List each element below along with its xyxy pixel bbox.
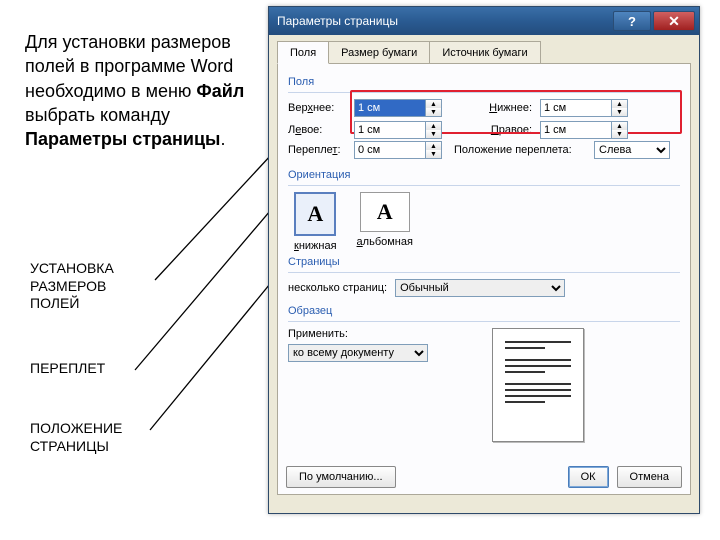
spin-up-icon[interactable]: ▲ <box>426 142 441 150</box>
default-button[interactable]: По умолчанию... <box>286 466 396 488</box>
input-left-margin[interactable]: ▲▼ <box>354 121 446 139</box>
instr-part2: выбрать команду <box>25 105 170 125</box>
instr-part3: . <box>220 129 225 149</box>
margins-grid: Верхнее: ▲▼ Нижнее: ▲▼ Левое: ▲▼ Правое:… <box>288 99 680 139</box>
titlebar: Параметры страницы ? ✕ <box>269 7 699 35</box>
tab-strip: Поля Размер бумаги Источник бумаги <box>269 35 699 63</box>
callout-margins: УСТАНОВКАРАЗМЕРОВПОЛЕЙ <box>30 260 114 313</box>
label-multiple-pages: несколько страниц: <box>288 282 387 294</box>
tab-paper-source[interactable]: Источник бумаги <box>429 41 540 63</box>
gutter-position-select[interactable]: Слева <box>594 141 670 159</box>
landscape-icon: A <box>360 192 410 232</box>
label-bottom: Нижнее: <box>454 102 532 114</box>
orientation-row: A книжная A альбомная <box>294 192 680 252</box>
select-gutter-position[interactable]: Слева <box>594 141 670 159</box>
apply-column: Применить: ко всему документу <box>288 328 428 362</box>
group-pages-rule <box>288 272 680 273</box>
input-bottom-margin[interactable]: ▲▼ <box>540 99 632 117</box>
callout-gutter: ПЕРЕПЛЕТ <box>30 360 105 378</box>
select-apply-to[interactable]: ко всему документу <box>288 344 428 362</box>
tab-panel-fields: Поля Верхнее: ▲▼ Нижнее: ▲▼ Левое: ▲▼ Пр… <box>277 63 691 495</box>
label-top: Верхнее: <box>288 102 346 114</box>
ok-button[interactable]: ОК <box>568 466 609 488</box>
instruction-text: Для установки размеров полей в программе… <box>25 30 245 151</box>
close-button[interactable]: ✕ <box>653 11 695 31</box>
spin-down-icon[interactable]: ▼ <box>426 130 441 138</box>
spin-up-icon[interactable]: ▲ <box>612 100 627 108</box>
group-sample-label: Образец <box>288 305 680 317</box>
bottom-margin-field[interactable] <box>540 99 612 117</box>
spin-up-icon[interactable]: ▲ <box>426 122 441 130</box>
spin-down-icon[interactable]: ▼ <box>612 108 627 116</box>
landscape-caption: альбомная <box>357 236 413 248</box>
right-margin-field[interactable] <box>540 121 612 139</box>
label-left: Левое: <box>288 124 346 136</box>
spin-down-icon[interactable]: ▼ <box>426 150 441 158</box>
group-fields-label: Поля <box>288 76 680 88</box>
spin-up-icon[interactable]: ▲ <box>426 100 441 108</box>
gutter-field[interactable] <box>354 141 426 159</box>
orientation-landscape[interactable]: A альбомная <box>357 192 413 252</box>
input-right-margin[interactable]: ▲▼ <box>540 121 632 139</box>
input-top-margin[interactable]: ▲▼ <box>354 99 446 117</box>
label-right: Правое: <box>454 124 532 136</box>
pages-row: несколько страниц: Обычный <box>288 279 680 297</box>
group-pages-label: Страницы <box>288 256 680 268</box>
spin-up-icon[interactable]: ▲ <box>612 122 627 130</box>
dialog-title: Параметры страницы <box>277 14 611 28</box>
page-preview <box>492 328 584 442</box>
select-multiple-pages[interactable]: Обычный <box>395 279 565 297</box>
instr-bold1: Файл <box>196 81 244 101</box>
instr-bold2: Параметры страницы <box>25 129 220 149</box>
orientation-portrait[interactable]: A книжная <box>294 192 337 252</box>
tab-fields[interactable]: Поля <box>277 41 329 64</box>
gutter-row: Переплет: ▲▼ Положение переплета: Слева <box>288 141 680 159</box>
portrait-icon: A <box>294 192 336 236</box>
callout-orientation: ПОЛОЖЕНИЕСТРАНИЦЫ <box>30 420 122 455</box>
tab-paper-size[interactable]: Размер бумаги <box>328 41 430 63</box>
top-margin-field[interactable] <box>354 99 426 117</box>
spin-down-icon[interactable]: ▼ <box>612 130 627 138</box>
help-button[interactable]: ? <box>613 11 651 31</box>
sample-area: Применить: ко всему документу <box>288 328 680 442</box>
label-gutter: Переплет: <box>288 144 346 156</box>
group-fields-rule <box>288 92 680 93</box>
group-orientation-rule <box>288 185 680 186</box>
cancel-button[interactable]: Отмена <box>617 466 682 488</box>
left-margin-field[interactable] <box>354 121 426 139</box>
label-apply-to: Применить: <box>288 328 428 340</box>
group-orientation-label: Ориентация <box>288 169 680 181</box>
page-setup-dialog: Параметры страницы ? ✕ Поля Размер бумаг… <box>268 6 700 514</box>
spin-down-icon[interactable]: ▼ <box>426 108 441 116</box>
group-sample-rule <box>288 321 680 322</box>
dialog-button-row: По умолчанию... ОК Отмена <box>286 466 682 488</box>
portrait-caption: книжная <box>294 240 337 252</box>
input-gutter[interactable]: ▲▼ <box>354 141 446 159</box>
label-gutter-position: Положение переплета: <box>454 144 586 156</box>
